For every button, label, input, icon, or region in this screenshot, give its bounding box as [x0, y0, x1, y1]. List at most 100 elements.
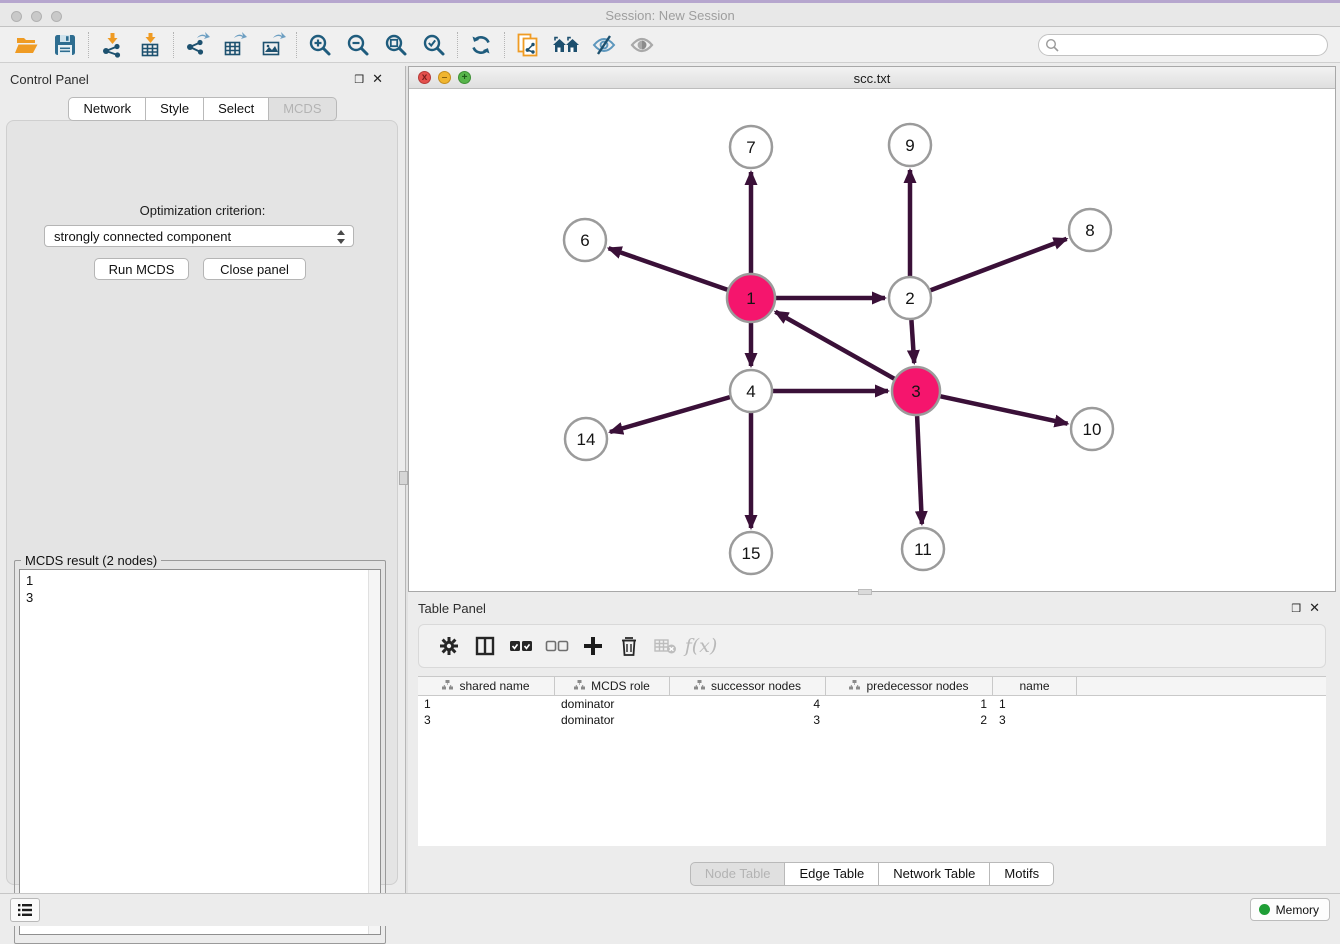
optimization-criterion-label: Optimization criterion:	[0, 203, 405, 218]
criterion-value: strongly connected component	[54, 229, 231, 244]
zoom-in-icon[interactable]	[301, 30, 339, 60]
horizontal-splitter-grip[interactable]	[858, 589, 872, 595]
column-header-name[interactable]: name	[993, 677, 1077, 695]
hide-eye-icon[interactable]	[585, 30, 623, 60]
tab-style[interactable]: Style	[146, 97, 204, 121]
export-image-icon[interactable]	[254, 30, 292, 60]
zoom-fit-icon[interactable]	[377, 30, 415, 60]
export-network-icon[interactable]	[178, 30, 216, 60]
table-cell[interactable]: 3	[670, 712, 826, 728]
tab-edge-table[interactable]: Edge Table	[785, 862, 879, 886]
node-table: shared name MCDS role successor nodes prede…	[418, 676, 1326, 846]
edge-1-6[interactable]	[609, 248, 728, 290]
edge-2-8[interactable]	[931, 239, 1067, 290]
save-session-icon[interactable]	[46, 30, 84, 60]
control-panel-float-icon[interactable]: ❒	[354, 74, 372, 86]
attribute-tree-icon	[442, 679, 453, 693]
table-panel-float-icon[interactable]: ❒	[1291, 603, 1309, 615]
list-icon	[17, 903, 33, 917]
tab-network[interactable]: Network	[68, 97, 146, 121]
deselect-all-icon[interactable]	[539, 630, 575, 662]
node-label-14: 14	[577, 430, 596, 449]
memory-status-icon	[1259, 904, 1270, 915]
table-cell[interactable]: 1	[418, 696, 555, 712]
delete-column-icon[interactable]	[611, 630, 647, 662]
column-header-label: MCDS role	[591, 679, 650, 693]
node-label-1: 1	[746, 289, 755, 308]
home-icon[interactable]	[547, 30, 585, 60]
node-label-10: 10	[1083, 420, 1102, 439]
column-header-shared-name[interactable]: shared name	[418, 677, 555, 695]
application-window: Session: New Session	[0, 0, 1340, 926]
toggle-panel-icon[interactable]	[467, 630, 503, 662]
memory-button[interactable]: Memory	[1250, 898, 1330, 921]
table-cell[interactable]: 3	[418, 712, 555, 728]
zoom-out-icon[interactable]	[339, 30, 377, 60]
table-cell[interactable]: dominator	[555, 712, 670, 728]
table-cell[interactable]: 2	[826, 712, 993, 728]
duplicate-network-icon[interactable]	[509, 30, 547, 60]
table-cell[interactable]: dominator	[555, 696, 670, 712]
network-titlebar[interactable]: x – + scc.txt	[409, 67, 1335, 89]
criterion-dropdown[interactable]: strongly connected component	[44, 225, 354, 247]
table-header-row: shared name MCDS role successor nodes prede…	[418, 677, 1326, 696]
control-panel-title: Control Panel	[10, 72, 89, 87]
column-header-MCDS-role[interactable]: MCDS role	[555, 677, 670, 695]
refresh-layout-icon[interactable]	[462, 30, 500, 60]
delete-table-icon	[647, 630, 683, 662]
search-box	[1038, 34, 1328, 56]
tab-motifs[interactable]: Motifs	[990, 862, 1054, 886]
search-icon	[1045, 38, 1059, 52]
run-mcds-button[interactable]: Run MCDS	[94, 258, 189, 280]
table-cell[interactable]: 3	[993, 712, 1077, 728]
table-settings-icon[interactable]	[431, 630, 467, 662]
status-bar: Memory	[0, 893, 1340, 926]
network-canvas[interactable]: 7968124314101511	[409, 89, 1335, 591]
table-panel-close-icon[interactable]: ✕	[1309, 600, 1328, 615]
control-panel-close-icon[interactable]: ✕	[372, 71, 391, 86]
attribute-tree-icon	[849, 679, 860, 693]
edge-4-14[interactable]	[610, 397, 730, 432]
mcds-result-title: MCDS result (2 nodes)	[21, 553, 161, 568]
tab-mcds[interactable]: MCDS	[269, 97, 336, 121]
vertical-splitter-grip[interactable]	[399, 471, 408, 485]
attribute-tree-icon	[574, 679, 585, 693]
column-header-label: name	[1019, 679, 1049, 693]
dropdown-stepper-icon	[336, 229, 346, 248]
column-header-predecessor-nodes[interactable]: predecessor nodes	[826, 677, 993, 695]
mcds-result-text[interactable]: 1 3	[19, 569, 381, 935]
zoom-selected-icon[interactable]	[415, 30, 453, 60]
control-panel-tabs: NetworkStyleSelectMCDS	[0, 97, 405, 121]
table-cell[interactable]: 4	[670, 696, 826, 712]
add-column-icon[interactable]	[575, 630, 611, 662]
table-row[interactable]: 1dominator411	[418, 696, 1326, 712]
import-network-icon[interactable]	[93, 30, 131, 60]
tab-node-table[interactable]: Node Table	[690, 862, 786, 886]
control-panel: Control Panel ❒✕ NetworkStyleSelect MCDS …	[0, 66, 405, 893]
column-header-successor-nodes[interactable]: successor nodes	[670, 677, 826, 695]
edge-2-3[interactable]	[911, 320, 914, 363]
search-input[interactable]	[1038, 34, 1328, 56]
node-label-7: 7	[746, 138, 755, 157]
table-cell[interactable]: 1	[993, 696, 1077, 712]
edge-3-1[interactable]	[775, 312, 894, 379]
task-history-button[interactable]	[10, 898, 40, 922]
tab-network-table[interactable]: Network Table	[879, 862, 990, 886]
edge-3-11[interactable]	[917, 416, 922, 524]
edge-3-10[interactable]	[940, 396, 1067, 423]
table-tabs: Node TableEdge TableNetwork TableMotifs	[408, 862, 1336, 886]
result-scrollbar[interactable]	[368, 570, 380, 934]
import-table-icon[interactable]	[131, 30, 169, 60]
window-title: Session: New Session	[0, 8, 1340, 23]
main-toolbar	[0, 27, 1340, 63]
column-header-label: successor nodes	[711, 679, 801, 693]
column-header-label: shared name	[459, 679, 529, 693]
titlebar: Session: New Session	[0, 3, 1340, 27]
export-table-icon[interactable]	[216, 30, 254, 60]
table-cell[interactable]: 1	[826, 696, 993, 712]
close-panel-button[interactable]: Close panel	[203, 258, 306, 280]
table-row[interactable]: 3dominator323	[418, 712, 1326, 728]
select-all-icon[interactable]	[503, 630, 539, 662]
open-session-icon[interactable]	[8, 30, 46, 60]
tab-select[interactable]: Select	[204, 97, 269, 121]
